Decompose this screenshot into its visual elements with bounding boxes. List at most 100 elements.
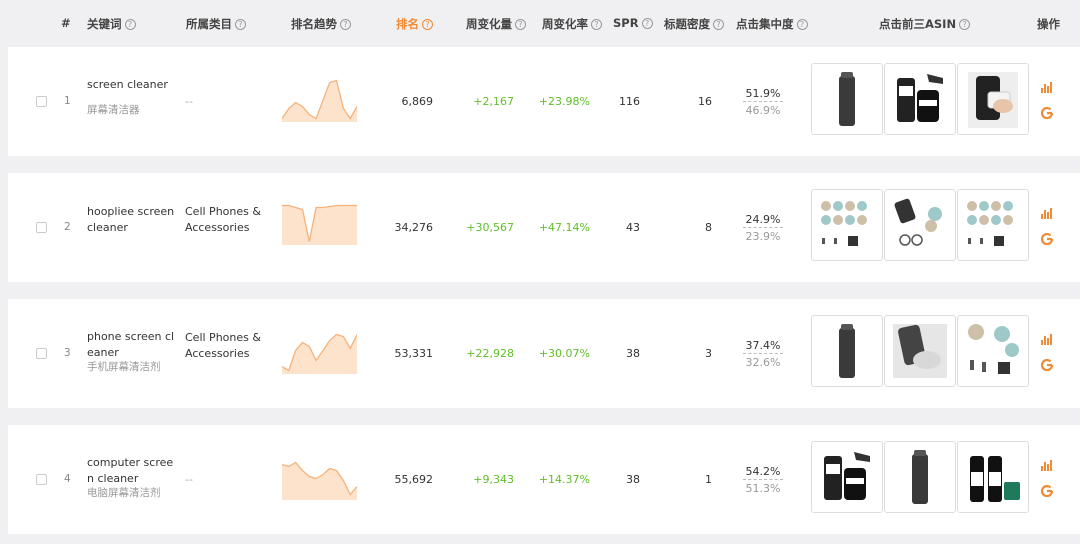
spray-bottle-icon — [839, 324, 855, 378]
category-cell: -- — [185, 473, 193, 486]
header-weekly-change[interactable]: 周变化量? — [466, 16, 526, 32]
click-concentration-top: 51.9% — [743, 87, 783, 102]
asin-thumbnail[interactable] — [884, 441, 956, 513]
asin-thumbnail[interactable] — [957, 189, 1029, 261]
keyword-cell[interactable]: computer screen cleaner 电脑屏幕清洁剂 — [87, 455, 177, 502]
google-search-icon[interactable] — [1041, 107, 1053, 119]
row-index: 2 — [64, 221, 71, 233]
keyword-cell[interactable]: hoopliee screen cleaner — [87, 204, 177, 235]
rank-trend-sparkline — [282, 79, 357, 122]
google-search-icon[interactable] — [1041, 485, 1053, 497]
help-icon[interactable]: ? — [235, 18, 246, 30]
help-icon[interactable]: ? — [515, 18, 526, 30]
weekly-change-value: +2,167 — [473, 95, 514, 108]
header-category[interactable]: 所属类目? — [186, 16, 246, 32]
row-index: 4 — [64, 473, 71, 485]
help-icon[interactable]: ? — [591, 18, 602, 30]
chart-bars-icon[interactable] — [1041, 460, 1053, 471]
help-icon[interactable]: ? — [124, 18, 136, 30]
cleaner-balls-icon — [821, 201, 867, 246]
rank-trend-sparkline — [282, 204, 357, 245]
header-trend[interactable]: 排名趋势? — [291, 16, 351, 32]
row-index: 1 — [64, 95, 71, 107]
keyword-text[interactable]: computer screen cleaner — [87, 456, 173, 485]
weekly-change-value: +22,928 — [466, 347, 514, 360]
click-concentration-top: 54.2% — [743, 465, 783, 480]
weekly-rate-value: +30.07% — [538, 347, 590, 360]
table-row: 2 hoopliee screen cleaner Cell Phones & … — [8, 173, 1080, 282]
keyword-text[interactable]: phone screen cleaner — [87, 330, 174, 359]
keyword-text[interactable]: hoopliee screen cleaner — [87, 205, 174, 234]
header-title-density[interactable]: 标题密度? — [664, 16, 724, 32]
rank-value: 34,276 — [394, 221, 434, 234]
google-search-icon[interactable] — [1041, 233, 1053, 245]
sparkline-area — [282, 462, 357, 500]
header-index: # — [61, 16, 71, 30]
rank-trend-sparkline — [282, 333, 357, 374]
spr-value: 43 — [626, 221, 640, 234]
keyword-translation: 屏幕清洁器 — [87, 103, 140, 116]
title-density-value: 1 — [705, 473, 712, 486]
spray-bottle-icon — [912, 450, 928, 504]
table-row: 3 phone screen cleaner 手机屏幕清洁剂 Cell Phon… — [8, 299, 1080, 408]
keyword-cell[interactable]: screen cleaner 屏幕清洁器 — [87, 77, 177, 118]
help-icon[interactable]: ? — [959, 18, 971, 30]
category-cell: -- — [185, 95, 193, 108]
help-icon[interactable]: ? — [796, 18, 808, 30]
asin-thumbnail[interactable] — [957, 441, 1029, 513]
asin-thumbnail[interactable] — [884, 189, 956, 261]
spr-value: 38 — [626, 473, 640, 486]
keyword-text[interactable]: screen cleaner — [87, 78, 168, 91]
keyword-cell[interactable]: phone screen cleaner 手机屏幕清洁剂 — [87, 329, 177, 376]
weekly-rate-value: +23.98% — [538, 95, 590, 108]
phone-glasses-icon — [894, 198, 942, 246]
header-top3-asin[interactable]: 点击前三ASIN? — [879, 16, 971, 32]
click-concentration-bottom: 51.3% — [745, 482, 781, 495]
asin-thumbnail[interactable] — [957, 315, 1029, 387]
sparkline-area — [282, 80, 357, 122]
header-spr[interactable]: SPR? — [613, 16, 653, 30]
help-icon[interactable]: ? — [713, 18, 724, 30]
spray-bottle-icon — [839, 72, 855, 126]
spr-value: 38 — [626, 347, 640, 360]
header-rank[interactable]: 排名? — [396, 16, 433, 32]
help-icon[interactable]: ? — [340, 18, 351, 30]
cleaner-balls-icon — [967, 201, 1013, 246]
help-icon[interactable]: ? — [422, 18, 433, 30]
header-click-concentration[interactable]: 点击集中度? — [736, 16, 808, 32]
row-checkbox[interactable] — [36, 348, 47, 359]
click-concentration: 54.2% 51.3% — [743, 465, 783, 495]
category-cell: Cell Phones & Accessories — [185, 205, 261, 234]
spray-pair-icon — [970, 456, 1020, 502]
title-density-value: 3 — [705, 347, 712, 360]
row-checkbox[interactable] — [36, 474, 47, 485]
asin-thumbnail[interactable] — [811, 63, 883, 135]
chart-bars-icon[interactable] — [1041, 82, 1053, 93]
row-checkbox[interactable] — [36, 96, 47, 107]
cleaner-balls-icon — [968, 324, 1019, 374]
row-checkbox[interactable] — [36, 222, 47, 233]
header-weekly-rate[interactable]: 周变化率? — [542, 16, 602, 32]
rank-trend-sparkline — [282, 461, 357, 500]
header-keyword[interactable]: 关键词? — [87, 16, 136, 32]
asin-thumbnail[interactable] — [811, 189, 883, 261]
header-action: 操作 — [1037, 17, 1060, 31]
phone-wipe-icon — [893, 324, 947, 378]
chart-bars-icon[interactable] — [1041, 334, 1053, 345]
asin-thumbnail[interactable] — [884, 315, 956, 387]
table-row: 1 screen cleaner 屏幕清洁器 -- 6,869 +2,167 +… — [8, 47, 1080, 156]
asin-thumbnail[interactable] — [811, 315, 883, 387]
google-search-icon[interactable] — [1041, 359, 1053, 371]
keyword-translation: 电脑屏幕清洁剂 — [87, 487, 161, 499]
help-icon[interactable]: ? — [641, 17, 653, 29]
rank-value: 53,331 — [394, 347, 434, 360]
keyword-translation: 手机屏幕清洁剂 — [87, 361, 161, 373]
chart-bars-icon[interactable] — [1041, 208, 1053, 219]
category-cell: Cell Phones & Accessories — [185, 331, 261, 360]
click-concentration: 37.4% 32.6% — [743, 339, 783, 369]
rank-value: 6,869 — [401, 95, 434, 108]
weekly-rate-value: +47.14% — [538, 221, 590, 234]
asin-thumbnail[interactable] — [811, 441, 883, 513]
asin-thumbnail[interactable] — [884, 63, 956, 135]
asin-thumbnail[interactable] — [957, 63, 1029, 135]
